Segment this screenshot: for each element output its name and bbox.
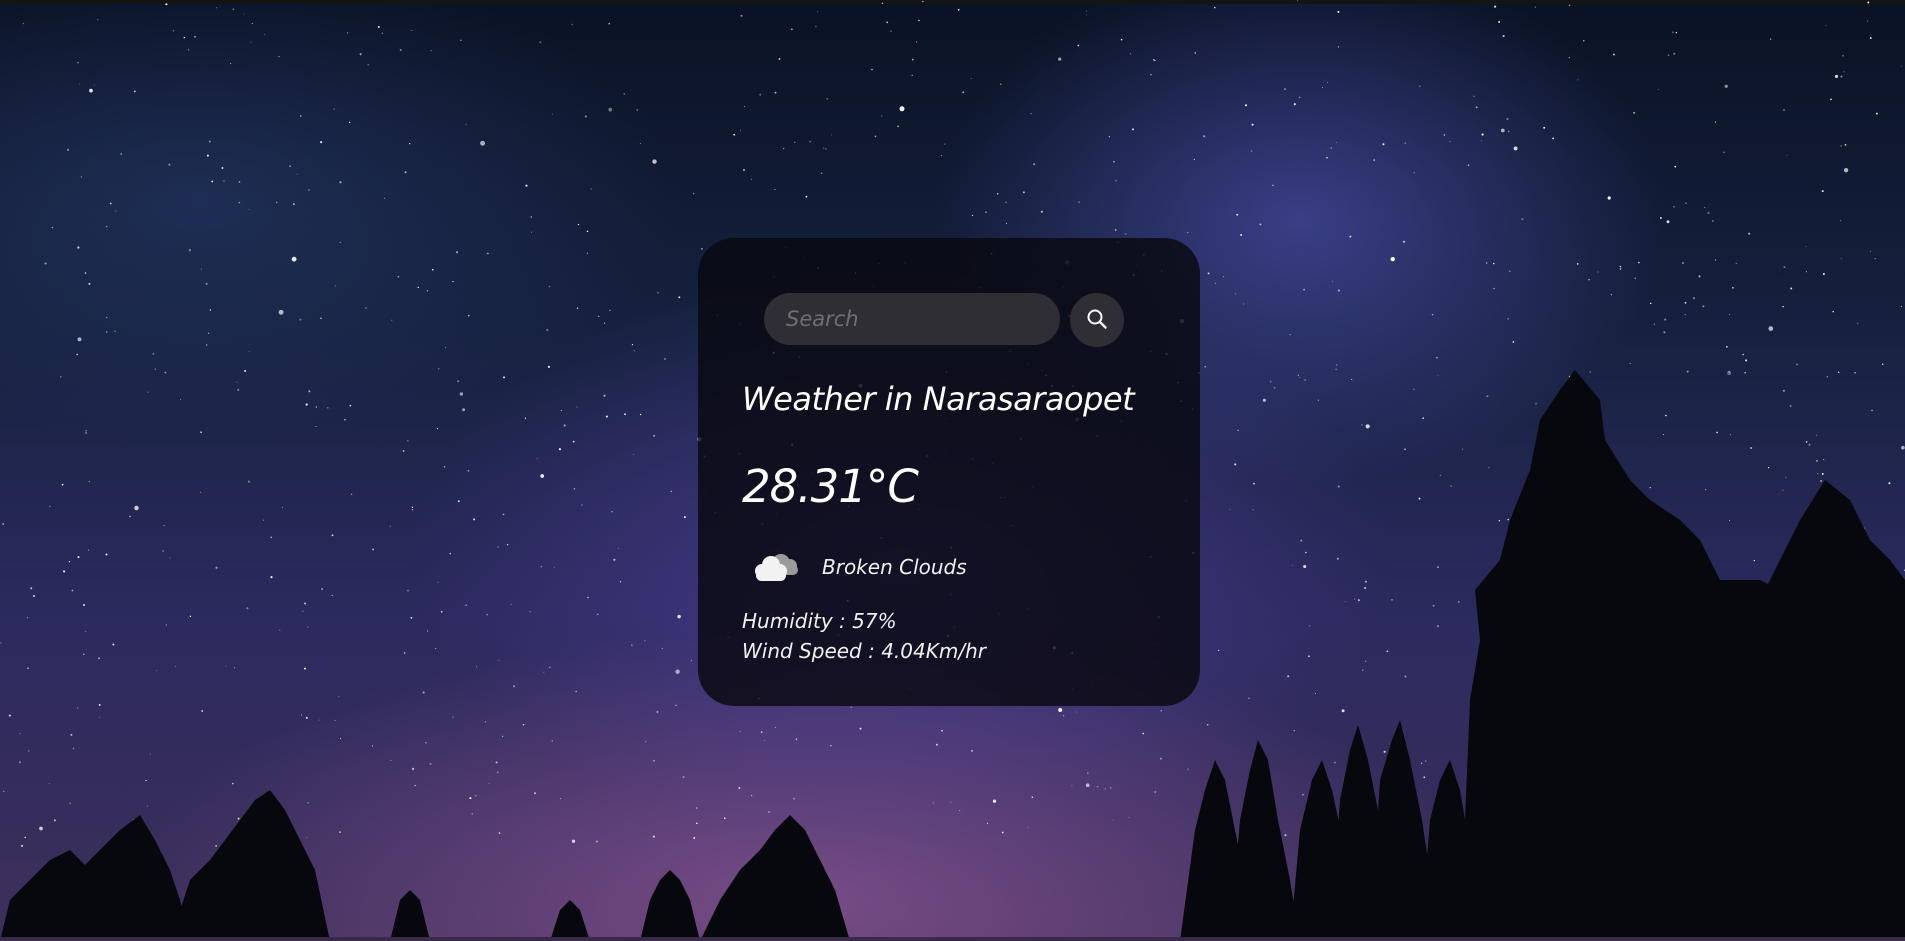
bottom-border (0, 937, 1905, 941)
broken-clouds-icon (755, 554, 798, 581)
search-bar (764, 293, 1124, 347)
page-background: Weather in Narasaraopet 28.31°C Broken C… (0, 0, 1905, 941)
humidity-label: Humidity : 57% (742, 609, 897, 633)
condition-label: Broken Clouds (822, 555, 967, 579)
condition-row: Broken Clouds (748, 543, 1108, 593)
city-title: Weather in Narasaraopet (742, 380, 1135, 418)
weather-details: Humidity : 57% Wind Speed : 4.04Km/hr (742, 606, 986, 666)
search-input[interactable] (764, 293, 1060, 345)
search-icon (1087, 309, 1107, 329)
wind-speed-label: Wind Speed : 4.04Km/hr (742, 639, 986, 663)
weather-card: Weather in Narasaraopet 28.31°C Broken C… (698, 238, 1200, 706)
temperature: 28.31°C (742, 460, 919, 513)
search-button[interactable] (1070, 293, 1124, 347)
